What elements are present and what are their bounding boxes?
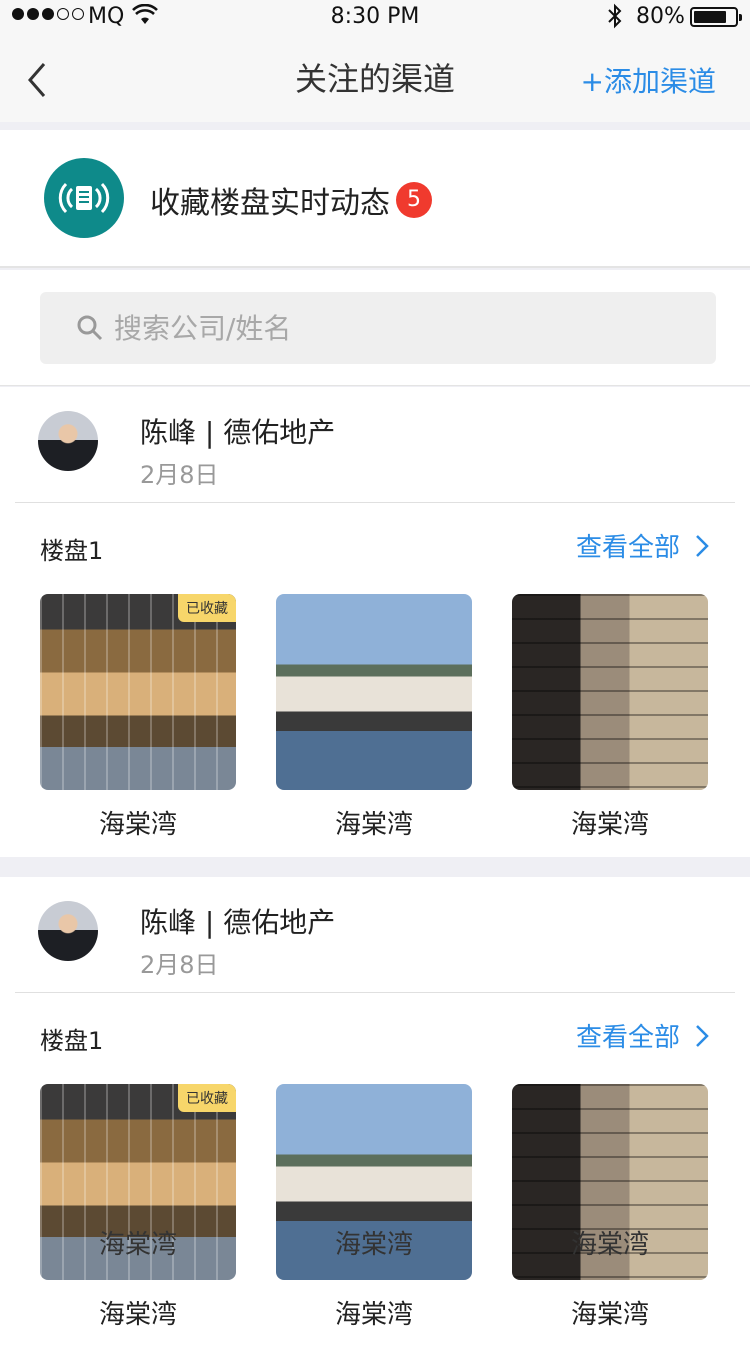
- agent-name: 陈峰 | 德佑地产: [140, 906, 336, 939]
- property-image: [512, 594, 708, 790]
- property-item[interactable]: 海棠湾 海棠湾: [512, 1084, 708, 1331]
- search-bar[interactable]: [40, 292, 716, 364]
- property-item[interactable]: 已收藏 海棠湾: [40, 594, 236, 841]
- favorited-tag: 已收藏: [178, 594, 236, 622]
- favorited-tag: 已收藏: [178, 1084, 236, 1112]
- search-icon: [77, 315, 103, 341]
- post-date: 2月8日: [140, 461, 219, 489]
- post-date: 2月8日: [140, 951, 219, 979]
- property-name: 海棠湾: [570, 1300, 649, 1330]
- property-image: 海棠湾: [276, 1084, 472, 1280]
- property-name: 海棠湾: [98, 1300, 177, 1330]
- view-all-label: 查看全部: [575, 1023, 680, 1053]
- property-image: 已收藏 海棠湾: [40, 1084, 236, 1280]
- image-overlay-text: 海棠湾: [98, 1230, 177, 1260]
- property-item[interactable]: 已收藏 海棠湾 海棠湾: [40, 1084, 236, 1331]
- property-name: 海棠湾: [334, 1300, 413, 1330]
- property-image: [276, 594, 472, 790]
- property-name: 海棠湾: [334, 810, 413, 840]
- avatar[interactable]: [38, 411, 98, 471]
- chevron-right-icon: [696, 1024, 709, 1047]
- battery-icon: [690, 7, 742, 27]
- image-overlay-text: 海棠湾: [570, 1230, 649, 1260]
- nav-bar: 关注的渠道 +添加渠道: [0, 34, 750, 122]
- channel-card: 陈峰 | 德佑地产 2月8日 楼盘1 查看全部 已收藏 海棠湾 海棠湾 海棠湾: [0, 387, 750, 857]
- property-name: 海棠湾: [570, 810, 649, 840]
- search-input[interactable]: [114, 306, 674, 350]
- property-group-title: 楼盘1: [40, 1027, 104, 1055]
- property-thumbnails: 已收藏 海棠湾 海棠湾 海棠湾: [40, 594, 710, 844]
- divider: [15, 502, 735, 503]
- favorites-feed-label: 收藏楼盘实时动态: [150, 186, 390, 221]
- status-bar: MQ 8:30 PM 80%: [0, 0, 750, 34]
- broadcast-document-icon: [44, 158, 124, 238]
- image-overlay-text: 海棠湾: [334, 1230, 413, 1260]
- divider: [15, 992, 735, 993]
- unread-count-badge: 5: [396, 182, 432, 218]
- view-all-link[interactable]: 查看全部: [576, 1017, 710, 1054]
- search-section: [0, 270, 750, 386]
- property-name: 海棠湾: [98, 810, 177, 840]
- property-image: 已收藏: [40, 594, 236, 790]
- view-all-link[interactable]: 查看全部: [576, 527, 710, 564]
- add-channel-button[interactable]: +添加渠道: [581, 60, 716, 100]
- view-all-label: 查看全部: [575, 533, 680, 563]
- property-item[interactable]: 海棠湾: [276, 594, 472, 841]
- property-thumbnails: 已收藏 海棠湾 海棠湾 海棠湾 海棠湾 海棠湾 海棠湾: [40, 1084, 710, 1334]
- chevron-right-icon: [696, 534, 709, 557]
- property-image: 海棠湾: [512, 1084, 708, 1280]
- channel-card: 陈峰 | 德佑地产 2月8日 楼盘1 查看全部 已收藏 海棠湾 海棠湾 海棠湾 …: [0, 877, 750, 1349]
- battery-percent: 80%: [636, 4, 685, 29]
- property-item[interactable]: 海棠湾: [512, 594, 708, 841]
- bluetooth-icon: [608, 3, 622, 29]
- property-item[interactable]: 海棠湾 海棠湾: [276, 1084, 472, 1331]
- agent-name: 陈峰 | 德佑地产: [140, 416, 336, 449]
- property-group-title: 楼盘1: [40, 537, 104, 565]
- favorites-feed-row[interactable]: 收藏楼盘实时动态 5: [0, 130, 750, 268]
- avatar[interactable]: [38, 901, 98, 961]
